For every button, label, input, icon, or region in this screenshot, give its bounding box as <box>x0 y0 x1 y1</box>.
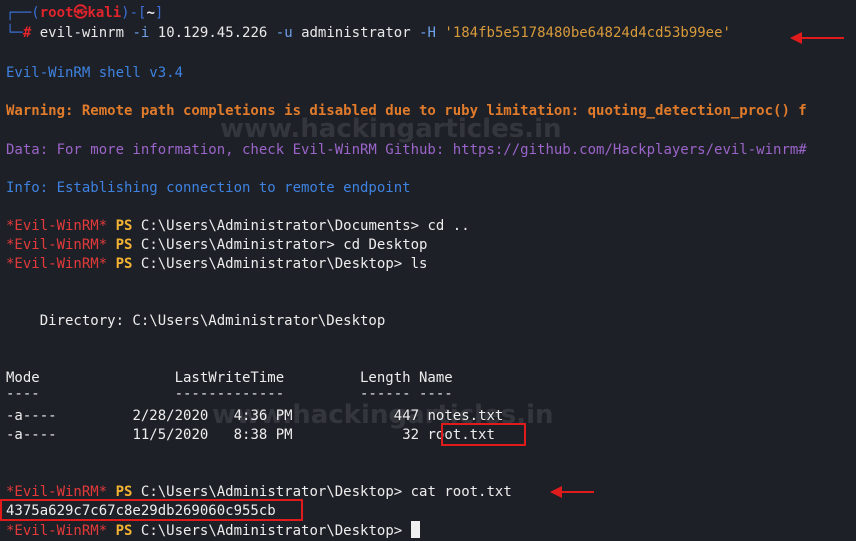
ps-path: C:\Users\Administrator\Desktop> <box>140 484 403 500</box>
ps-tag: *Evil-WinRM* <box>6 256 108 272</box>
prompt-bracket-close: ] <box>154 5 164 21</box>
prompt-dir: ~ <box>146 5 155 21</box>
highlight-flag <box>0 499 303 521</box>
ps-command <box>402 523 410 539</box>
watermark-logo: www.hackingarticles.in <box>220 114 562 144</box>
ps-command: cat root.txt <box>402 484 512 500</box>
ps-label: PS <box>115 237 133 253</box>
prompt-at-symbol: ㉿ <box>73 5 88 21</box>
prompt-bracket: )-[ <box>121 5 147 21</box>
annotation-arrow-cat <box>550 486 594 498</box>
row-mode: -a---- <box>6 408 57 424</box>
ps-command: cd .. <box>419 218 470 234</box>
row-mode: -a---- <box>6 427 57 443</box>
annotation-arrow-command <box>790 32 844 44</box>
directory-heading: Directory: C:\Users\Administrator\Deskto… <box>6 313 386 329</box>
ps-line-cd-up: *Evil-WinRM* PS C:\Users\Administrator\D… <box>6 217 470 236</box>
ps-tag: *Evil-WinRM* <box>6 218 108 234</box>
row-date: 2/28/2020 <box>132 408 209 424</box>
row-date: 11/5/2020 <box>132 427 209 443</box>
command-name: evil-winrm <box>39 25 125 41</box>
ps-command: ls <box>402 256 428 272</box>
ps-tag: *Evil-WinRM* <box>6 237 108 253</box>
ps-label: PS <box>115 523 133 539</box>
prompt-host: kali <box>87 5 122 21</box>
ps-tag: *Evil-WinRM* <box>6 484 108 500</box>
ps-command: cd Desktop <box>334 237 428 253</box>
ps-line-ls: *Evil-WinRM* PS C:\Users\Administrator\D… <box>6 255 427 274</box>
command-ip: 10.129.45.226 <box>157 25 268 41</box>
ps-label: PS <box>115 218 133 234</box>
highlight-root-txt <box>441 423 526 446</box>
ps-label: PS <box>115 484 133 500</box>
ps-label: PS <box>115 256 133 272</box>
prompt-corner: ┌──( <box>6 5 40 21</box>
command-flag-u: -u <box>275 25 293 41</box>
command-flag-i: -i <box>132 25 150 41</box>
prompt-hash: # <box>22 25 32 41</box>
ps-path: C:\Users\Administrator\Desktop> <box>140 523 403 539</box>
prompt-corner-bottom: └─ <box>6 25 23 41</box>
shell-version: Evil-WinRM shell v3.4 <box>6 65 184 81</box>
command-user: administrator <box>301 25 411 41</box>
ps-path: C:\Users\Administrator> <box>140 237 335 253</box>
ps-tag: *Evil-WinRM* <box>6 523 108 539</box>
command-line: └─# evil-winrm -i 10.129.45.226 -u admin… <box>6 24 731 43</box>
shell-prompt-header: ┌──(root㉿kali)-[~] <box>6 4 163 23</box>
command-hash: '184fb5e5178480be64824d4cd53b99ee' <box>444 25 731 41</box>
ps-path: C:\Users\Administrator\Desktop> <box>140 256 403 272</box>
info-message: Info: Establishing connection to remote … <box>6 180 411 196</box>
ps-line-current: *Evil-WinRM* PS C:\Users\Administrator\D… <box>6 521 420 540</box>
prompt-user: root <box>39 5 74 21</box>
text-cursor[interactable] <box>410 521 420 538</box>
ps-path: C:\Users\Administrator\Documents> <box>140 218 420 234</box>
command-flag-h: -H <box>419 25 436 41</box>
ps-line-cd-desktop: *Evil-WinRM* PS C:\Users\Administrator> … <box>6 236 427 255</box>
